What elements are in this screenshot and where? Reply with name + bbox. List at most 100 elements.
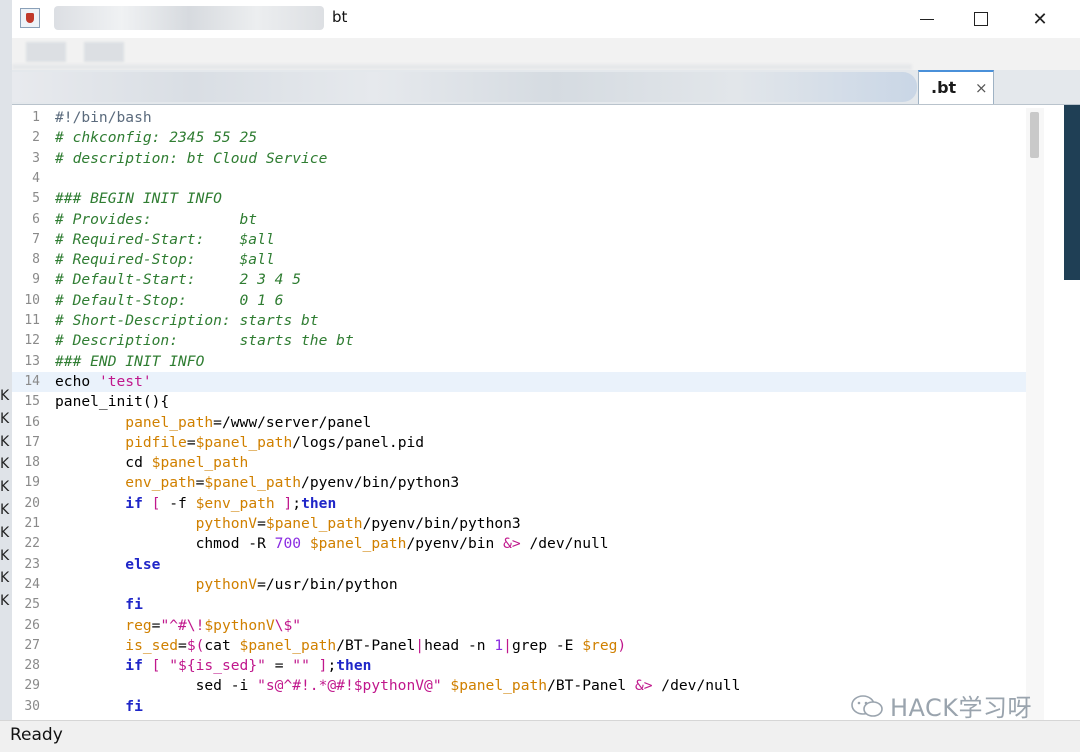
code-text: panel_path=/www/server/panel <box>55 414 371 431</box>
code-line[interactable]: 5 ### BEGIN INIT INFO <box>12 189 1036 209</box>
background-text-fragment: K <box>0 593 10 610</box>
code-token: /pyenv/bin/python3 <box>301 474 460 492</box>
code-line[interactable]: 10 # Default-Stop: 0 1 6 <box>12 291 1036 311</box>
code-text: #!/bin/bash <box>55 109 152 126</box>
code-token: =/www/server/panel <box>213 413 372 431</box>
code-token: /pyenv/bin <box>406 535 504 553</box>
line-number: 5 <box>32 191 40 207</box>
code-token: $panel_path <box>195 433 293 451</box>
code-line[interactable]: 15 panel_init(){ <box>12 392 1036 412</box>
vertical-scrollbar[interactable] <box>1026 108 1044 720</box>
java-app-icon <box>20 8 40 28</box>
code-token: $panel_path <box>265 515 363 532</box>
line-number: 2 <box>32 130 40 146</box>
code-text: ### BEGIN INIT INFO <box>55 190 222 207</box>
code-line[interactable]: 27 is_sed=$(cat $panel_path/BT-Panel|hea… <box>12 636 1036 656</box>
code-line[interactable]: 18 cd $panel_path <box>12 453 1036 473</box>
code-token: ; <box>292 494 302 512</box>
minimize-button[interactable] <box>904 4 950 34</box>
code-line[interactable]: 9 # Default-Start: 2 3 4 5 <box>12 270 1036 290</box>
code-token: # chkconfig: 2345 55 25 <box>55 129 258 147</box>
code-token: env_path <box>125 474 196 492</box>
status-bar: Ready <box>0 720 1080 752</box>
code-token: #!/bin/bash <box>55 109 152 126</box>
code-text: reg="^#\!$pythonV\$" <box>55 617 301 634</box>
code-line[interactable]: 21 pythonV=$panel_path/pyenv/bin/python3 <box>12 514 1036 534</box>
title-redacted-region <box>54 6 324 30</box>
code-token: # Short-Description: starts bt <box>55 312 319 329</box>
code-line[interactable]: 12 # Description: starts the bt <box>12 331 1036 351</box>
code-text: if [ "${is_sed}" = "" ];then <box>55 657 371 674</box>
maximize-icon <box>974 12 988 26</box>
code-line[interactable]: 22 chmod -R 700 $panel_path/pyenv/bin &>… <box>12 534 1036 554</box>
status-text: Ready <box>10 725 63 745</box>
code-line[interactable]: 24 pythonV=/usr/bin/python <box>12 575 1036 595</box>
code-token: cd <box>55 454 152 472</box>
code-line[interactable]: 28 if [ "${is_sed}" = "" ];then <box>12 656 1036 676</box>
line-number: 16 <box>24 414 40 430</box>
code-line[interactable]: 20 if [ -f $env_path ];then <box>12 494 1036 514</box>
code-line[interactable]: 13 ### END INIT INFO <box>12 352 1036 372</box>
line-number: 13 <box>24 353 40 369</box>
code-line[interactable]: 1 #!/bin/bash <box>12 108 1036 128</box>
code-line[interactable]: 17 pidfile=$panel_path/logs/panel.pid <box>12 433 1036 453</box>
code-line[interactable]: 8 # Required-Stop: $all <box>12 250 1036 270</box>
code-text: pythonV=$panel_path/pyenv/bin/python3 <box>55 515 521 532</box>
code-token: pidfile <box>125 433 187 451</box>
code-line[interactable]: 14 echo 'test' <box>12 371 1036 393</box>
background-text-fragment: K <box>0 547 10 564</box>
menu-toolbar-redacted <box>12 38 1080 70</box>
code-token: $reg <box>582 636 618 654</box>
line-number: 29 <box>24 678 40 694</box>
code-line[interactable]: 3 # description: bt Cloud Service <box>12 149 1036 169</box>
window-title-bar[interactable]: bt ✕ <box>12 0 1080 39</box>
code-token: $panel_path <box>239 636 337 654</box>
code-token: /pyenv/bin/python3 <box>362 515 521 532</box>
code-line[interactable]: 11 # Short-Description: starts bt <box>12 311 1036 331</box>
code-text: # Required-Start: $all <box>55 231 275 248</box>
code-token: # Default-Start: 2 3 4 5 <box>55 271 302 289</box>
code-line[interactable]: 6 # Provides: bt <box>12 210 1036 230</box>
code-token: echo <box>55 372 99 390</box>
code-text: pythonV=/usr/bin/python <box>55 576 398 593</box>
code-editor[interactable]: 1 #!/bin/bash 2 # chkconfig: 2345 55 25 3 # d… <box>12 108 1052 720</box>
line-number: 25 <box>24 597 40 613</box>
minimize-icon <box>920 18 934 20</box>
code-token: fi <box>125 596 143 614</box>
scrollbar-thumb[interactable] <box>1030 112 1039 158</box>
code-text: else <box>55 556 160 573</box>
code-token: if <box>125 494 143 512</box>
background-text-fragment: K <box>0 388 10 404</box>
code-token: # Required-Start: $all <box>55 230 275 248</box>
tab-label: .bt <box>931 78 957 97</box>
code-line[interactable]: 19 env_path=$panel_path/pyenv/bin/python… <box>12 473 1036 493</box>
code-line[interactable]: 4 <box>12 169 1036 189</box>
code-token: = <box>265 657 293 675</box>
maximize-button[interactable] <box>958 4 1004 34</box>
tab-close-icon[interactable]: × <box>975 79 988 97</box>
watermark-text: HACK学习呀 <box>890 694 1033 722</box>
code-line[interactable]: 2 # chkconfig: 2345 55 25 <box>12 128 1036 148</box>
tab-bt-file[interactable]: .bt × <box>918 70 994 104</box>
code-token: ] <box>283 494 293 512</box>
code-line[interactable]: 7 # Required-Start: $all <box>12 230 1036 250</box>
code-text: # Provides: bt <box>55 211 257 228</box>
background-text-fragment: K <box>0 456 10 473</box>
code-text: fi <box>55 698 143 715</box>
code-line[interactable]: 25 fi <box>12 595 1036 615</box>
close-window-button[interactable]: ✕ <box>1017 4 1063 34</box>
code-token: reg <box>125 616 152 634</box>
code-token: /BT-Panel <box>336 636 416 654</box>
code-line[interactable]: 16 panel_path=/www/server/panel <box>12 413 1036 433</box>
line-number: 4 <box>32 170 40 186</box>
code-line[interactable]: 23 else <box>12 555 1036 575</box>
tabs-redacted-region <box>12 72 917 102</box>
code-text: ### END INIT INFO <box>55 353 204 370</box>
code-line[interactable]: 26 reg="^#\!$pythonV\$" <box>12 616 1036 636</box>
code-token: $panel_path <box>204 474 302 492</box>
